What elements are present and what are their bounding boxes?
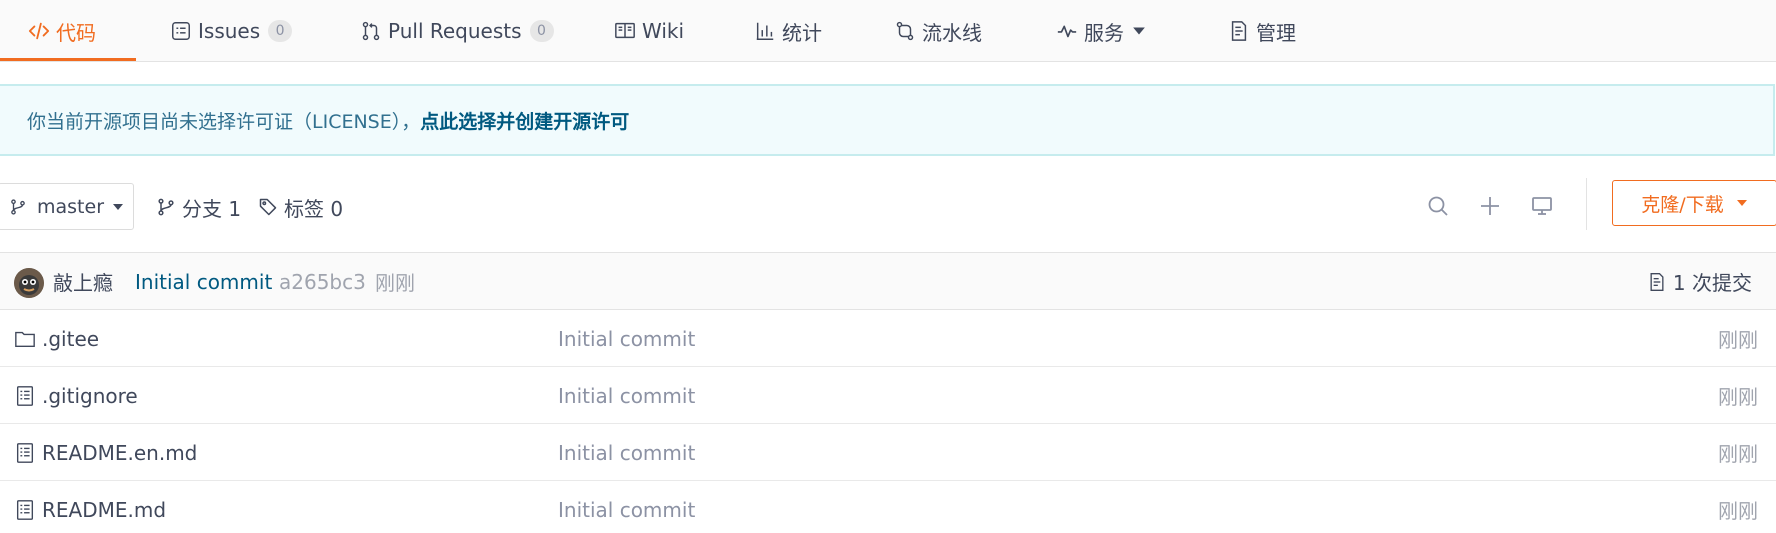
chevron-down-icon (1736, 200, 1747, 206)
chevron-down-icon (1133, 27, 1145, 35)
pulse-icon (1056, 20, 1078, 42)
branch-icon (9, 198, 37, 216)
tab-pipeline[interactable]: 流水线 (894, 0, 982, 62)
tags-link[interactable]: 标签 0 (258, 190, 343, 224)
commit-sha[interactable]: a265bc3 (279, 253, 366, 310)
commits-count-label: 1 次提交 (1672, 271, 1752, 295)
search-icon (1428, 196, 1448, 216)
tab-wiki[interactable]: Wiki (614, 0, 684, 62)
file-name: README.en.md (42, 440, 198, 465)
document-icon (1228, 20, 1250, 42)
file-name-link[interactable]: README.en.md (14, 424, 197, 481)
file-icon (16, 499, 34, 520)
current-branch-label: master (37, 195, 105, 218)
file-name: .gitee (42, 326, 100, 351)
active-tab-indicator (0, 58, 136, 61)
file-commit-message[interactable]: Initial commit (558, 481, 695, 533)
issues-icon (170, 20, 192, 42)
tab-label: Wiki (642, 19, 685, 43)
file-commit-message[interactable]: Initial commit (558, 310, 695, 367)
bar-chart-icon (754, 20, 776, 42)
file-icon (16, 442, 34, 463)
code-icon (28, 20, 50, 42)
tab-label: Issues (198, 19, 261, 43)
file-commit-time: 刚刚 (1718, 385, 1758, 409)
tab-label: 统计 (782, 20, 822, 45)
tab-label: 服务 (1084, 20, 1124, 45)
file-name-link[interactable]: README.md (14, 481, 166, 533)
table-row[interactable]: .gitignore Initial commit 刚刚 (0, 367, 1776, 424)
tag-icon (259, 198, 277, 216)
tab-statistics[interactable]: 统计 (754, 0, 822, 62)
file-name: .gitignore (42, 383, 138, 408)
avatar[interactable] (14, 268, 44, 298)
file-commit-time: 刚刚 (1718, 328, 1758, 352)
monitor-icon (1532, 197, 1552, 215)
commit-author[interactable]: 敲上瘾 (53, 253, 113, 310)
license-banner: 你当前开源项目尚未选择许可证（LICENSE）， 点此选择并创建开源许可 (0, 84, 1775, 156)
branch-selector[interactable]: master (0, 183, 134, 230)
add-file-button[interactable] (1477, 193, 1503, 219)
branches-count-label: 分支 1 (182, 196, 242, 221)
file-icon (16, 385, 34, 406)
file-name-link[interactable]: .gitignore (14, 367, 138, 424)
license-warning-text: 你当前开源项目尚未选择许可证（LICENSE）， (27, 110, 421, 133)
chevron-down-icon (113, 203, 124, 210)
tab-code[interactable]: 代码 (28, 0, 96, 62)
tab-services[interactable]: 服务 (1056, 0, 1146, 62)
commit-message[interactable]: Initial commit (135, 253, 272, 310)
table-row[interactable]: README.md Initial commit 刚刚 (0, 481, 1776, 533)
tab-pull-requests[interactable]: Pull Requests 0 (360, 0, 554, 62)
tags-count-label: 标签 0 (284, 196, 344, 221)
tab-issues[interactable]: Issues 0 (170, 0, 293, 62)
file-commit-message[interactable]: Initial commit (558, 424, 695, 481)
tab-manage[interactable]: 管理 (1228, 0, 1296, 62)
web-ide-button[interactable] (1529, 193, 1555, 219)
book-icon (614, 20, 636, 42)
tab-label: 流水线 (922, 20, 982, 45)
create-license-link[interactable]: 点此选择并创建开源许可 (420, 107, 629, 134)
plus-icon (1481, 197, 1499, 215)
clone-label: 克隆/下载 (1641, 193, 1724, 216)
table-row[interactable]: README.en.md Initial commit 刚刚 (0, 424, 1776, 481)
file-commit-time: 刚刚 (1718, 442, 1758, 466)
tab-label: Pull Requests (388, 19, 522, 43)
pull-request-icon (360, 20, 382, 42)
file-commit-message[interactable]: Initial commit (558, 367, 695, 424)
tab-label: 管理 (1256, 20, 1296, 45)
file-name: README.md (42, 497, 167, 522)
file-name-link[interactable]: .gitee (14, 310, 99, 367)
repo-nav-tabs: 代码 Issues 0 Pull Requests 0 Wiki 统计 流水线 (0, 0, 1776, 62)
document-icon (1650, 272, 1664, 291)
folder-icon (15, 331, 35, 347)
commit-time: 刚刚 (375, 271, 415, 295)
latest-commit-row: 敲上瘾 Initial commit a265bc3 刚刚 1 次提交 (0, 253, 1776, 310)
table-row[interactable]: .gitee Initial commit 刚刚 (0, 310, 1776, 367)
toolbar-divider (1586, 178, 1587, 230)
tab-label: 代码 (56, 20, 96, 45)
pr-count-badge: 0 (529, 20, 554, 42)
commits-count-link[interactable]: 1 次提交 (1647, 253, 1752, 310)
branch-icon (158, 198, 174, 216)
file-commit-time: 刚刚 (1718, 499, 1758, 523)
clone-download-button[interactable]: 克隆/下载 (1612, 180, 1776, 226)
issues-count-badge: 0 (268, 20, 293, 42)
pipeline-icon (894, 20, 916, 42)
branches-link[interactable]: 分支 1 (156, 190, 241, 224)
search-files-button[interactable] (1425, 193, 1451, 219)
file-list: 敲上瘾 Initial commit a265bc3 刚刚 1 次提交 .git… (0, 252, 1776, 533)
